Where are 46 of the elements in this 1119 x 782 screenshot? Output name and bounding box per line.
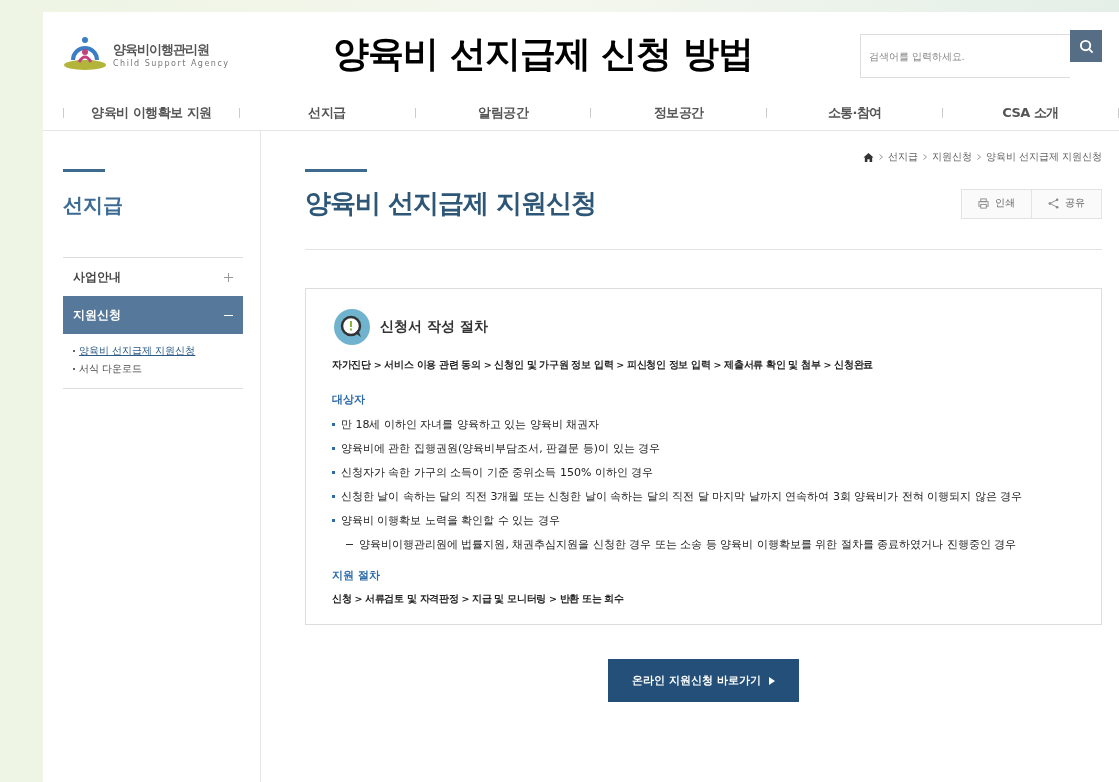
criteria-note: 양육비이행관리원에 법률지원, 채권추심지원을 신청한 경우 또는 소송 등 양육비 이행확보를 위한 절차를 종료하였거나 진행중인 경우 — [359, 537, 1017, 552]
search-field[interactable]: 검색어를 입력하세요. — [860, 34, 1070, 78]
nav-link[interactable]: 알림공간 — [415, 104, 591, 122]
section-title: 대상자 — [332, 392, 366, 407]
panel-heading: 신청서 작성 절차 — [380, 318, 488, 336]
breadcrumb-link[interactable]: 지원신청 — [931, 150, 972, 164]
logo-icon — [63, 36, 109, 72]
breadcrumb-link[interactable]: 양육비 선지급제 지원신청 — [985, 150, 1102, 164]
overlay-title: 양육비 선지급제 신청 방법 — [333, 31, 754, 76]
search-icon — [1078, 38, 1094, 54]
criteria-text: 신청자가 속한 가구의 소득이 기준 중위소득 150% 이하인 경우 — [341, 465, 654, 480]
sidebar-item[interactable]: 지원신청 — [63, 296, 243, 334]
chevron-icon — [878, 154, 883, 160]
toggle-icon — [224, 272, 233, 282]
criteria-text: 만 18세 이하인 자녀를 양육하고 있는 양육비 채권자 — [341, 417, 600, 432]
logo-subtitle: Child Support Agency — [113, 58, 230, 68]
criteria-text: 신청한 날이 속하는 달의 직전 3개월 또는 신청한 날이 속하는 달의 직전 달 마지막 날까지 연속하여 3회 양육비가 전혀 이행되지 않은 경우 — [341, 489, 1023, 504]
chevron-icon — [922, 154, 927, 160]
share-icon — [1048, 198, 1059, 209]
logo-name: 양육비이행관리원 — [113, 40, 210, 59]
procedure-steps: 자가진단 > 서비스 이용 관련 동의 > 신청인 및 가구원 정보 입력 > 피신청인 정보 입력 > 제출서류 확인 및 첨부 > 신청완료 — [332, 359, 1075, 372]
sidebar-title: 선지급 — [63, 192, 124, 219]
criteria-text: 양육비에 관한 집행권원(양육비부담조서, 판결문 등)이 있는 경우 — [341, 441, 661, 456]
breadcrumb-link[interactable]: 선지급 — [887, 150, 918, 164]
nav-link[interactable]: CSA 소개 — [943, 104, 1118, 122]
page-title: 양육비 선지급제 지원신청 — [305, 187, 597, 220]
printer-icon — [978, 198, 989, 209]
dash-mark — [346, 544, 353, 545]
nav-link[interactable]: 정보공간 — [591, 104, 767, 122]
action-button[interactable]: 공유 — [1032, 189, 1101, 218]
action-button[interactable]: 인쇄 — [962, 189, 1032, 218]
criteria-text: 양육비 이행확보 노력을 확인할 수 있는 경우 — [341, 513, 560, 528]
speech-bubble-icon — [334, 309, 370, 345]
nav-link[interactable]: 소통·참여 — [767, 104, 943, 122]
nav-link[interactable]: 선지급 — [239, 104, 415, 122]
submenu-link[interactable]: 서식 다운로드 — [79, 362, 143, 376]
search-button[interactable] — [1070, 30, 1102, 62]
home-icon[interactable] — [862, 151, 874, 163]
nav-link[interactable]: 양육비 이행확보 지원 — [64, 104, 239, 122]
section-title: 지원 절차 — [332, 568, 381, 583]
play-icon — [768, 676, 775, 685]
procedure-steps: 신청 > 서류검토 및 자격판정 > 지급 및 모니터링 > 반환 또는 회수 — [332, 593, 1075, 606]
apply-online-button[interactable]: 온라인 지원신청 바로가기 — [608, 659, 799, 702]
chevron-icon — [976, 154, 981, 160]
sidebar-item[interactable]: 사업안내 — [63, 258, 243, 296]
submenu-link[interactable]: 양육비 선지급제 지원신청 — [79, 344, 196, 358]
